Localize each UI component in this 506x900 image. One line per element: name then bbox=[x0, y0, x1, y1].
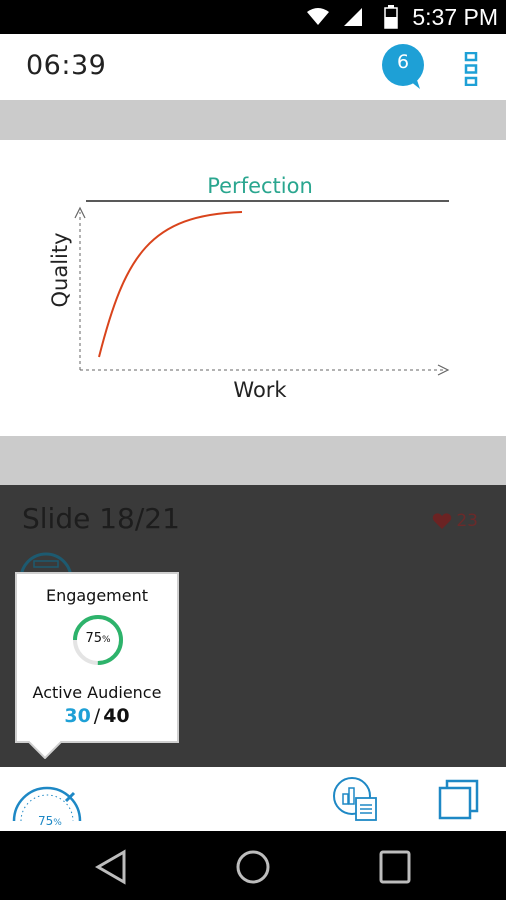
system-nav-bar bbox=[0, 831, 506, 900]
active-audience-values: 30/40 bbox=[17, 705, 177, 727]
likes-count: 23 bbox=[456, 511, 478, 531]
engagement-popover: Engagement 75% Active Audience 30/40 bbox=[15, 572, 179, 743]
back-icon[interactable] bbox=[94, 849, 128, 885]
app-header: 06:39 6 bbox=[0, 34, 506, 100]
recents-icon[interactable] bbox=[378, 849, 412, 885]
audience-separator: / bbox=[93, 705, 101, 727]
signal-icon bbox=[344, 8, 363, 26]
y-axis-label: Quality bbox=[48, 232, 72, 307]
active-audience-title: Active Audience bbox=[32, 683, 162, 702]
total-count: 40 bbox=[103, 705, 130, 727]
bottom-toolbar: 75% bbox=[0, 767, 506, 831]
heart-icon bbox=[433, 513, 452, 529]
wifi-icon bbox=[307, 8, 330, 25]
gauge-percent: 75% bbox=[38, 814, 62, 828]
x-axis-label: Work bbox=[233, 378, 287, 402]
engagement-title: Engagement bbox=[45, 586, 149, 605]
battery-icon bbox=[384, 5, 399, 29]
slide-title: Perfection bbox=[207, 174, 313, 198]
slide-counter: Slide 18/21 bbox=[22, 502, 180, 535]
likes-counter[interactable]: 23 bbox=[432, 511, 478, 531]
poll-results-icon[interactable] bbox=[332, 776, 378, 822]
overflow-menu-icon[interactable] bbox=[464, 52, 478, 86]
current-slide[interactable]: Perfection Quality Work bbox=[0, 140, 506, 436]
presentation-timer: 06:39 bbox=[26, 50, 107, 81]
status-icons: 5:37 PM bbox=[306, 0, 506, 34]
status-time: 5:37 PM bbox=[412, 3, 498, 30]
quality-curve bbox=[98, 211, 243, 358]
engagement-percent: 75% bbox=[85, 631, 111, 646]
active-count: 30 bbox=[64, 705, 91, 727]
divider-strip-lower bbox=[0, 436, 506, 485]
popover-pointer bbox=[28, 741, 62, 759]
divider-strip bbox=[0, 100, 506, 140]
chat-button[interactable]: 6 bbox=[380, 43, 426, 91]
home-icon[interactable] bbox=[235, 849, 271, 885]
engagement-gauge-button[interactable]: 75% bbox=[10, 775, 84, 828]
slides-overview-icon[interactable] bbox=[437, 779, 481, 821]
status-bar: 5:37 PM bbox=[0, 0, 506, 34]
slide-graphic: Perfection Quality Work bbox=[48, 174, 450, 402]
chat-count: 6 bbox=[396, 51, 410, 73]
